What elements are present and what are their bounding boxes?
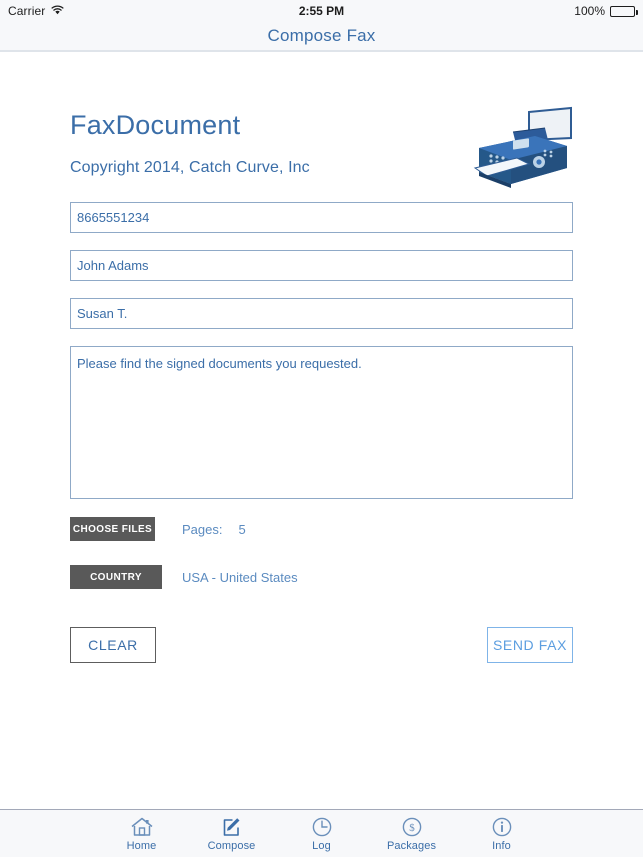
send-fax-button[interactable]: SEND FAX	[487, 627, 573, 663]
dollar-circle-icon: $	[400, 815, 424, 839]
info-circle-icon	[490, 815, 514, 839]
sender-input[interactable]	[70, 298, 573, 329]
pages-label: Pages:	[182, 521, 223, 537]
battery-icon	[610, 5, 638, 17]
ios-status-bar: Carrier 2:55 PM 100%	[0, 0, 643, 22]
carrier-label: Carrier	[8, 4, 46, 18]
tab-info[interactable]: Info	[457, 815, 547, 852]
svg-text:$: $	[409, 822, 415, 834]
tab-home[interactable]: Home	[97, 815, 187, 852]
tab-log[interactable]: Log	[277, 815, 367, 852]
attachments-row: CHOOSE FILES Pages: 5	[70, 517, 573, 541]
page-title: Compose Fax	[267, 26, 376, 45]
clear-button[interactable]: CLEAR	[70, 627, 156, 663]
compose-fax-form: FaxDocument Copyright 2014, Catch Curve,…	[0, 54, 643, 809]
recipient-input[interactable]	[70, 250, 573, 281]
navigation-bar: Compose Fax	[0, 22, 643, 52]
tab-packages[interactable]: $ Packages	[367, 815, 457, 852]
message-textarea[interactable]: Please find the signed documents you req…	[70, 346, 573, 499]
choose-files-button[interactable]: CHOOSE FILES	[70, 517, 155, 541]
status-bar-right: 100%	[574, 4, 638, 18]
tab-label-log: Log	[312, 840, 331, 852]
wifi-icon	[51, 4, 64, 18]
tab-label-home: Home	[126, 840, 157, 852]
country-button[interactable]: COUNTRY	[70, 565, 162, 589]
tab-compose[interactable]: Compose	[187, 815, 277, 852]
pages-count: 5	[238, 521, 246, 537]
fax-number-input[interactable]	[70, 202, 573, 233]
bottom-tab-bar: Home Compose Log $ Packages Info	[0, 809, 643, 857]
clock-icon	[310, 815, 334, 839]
country-row: COUNTRY USA - United States	[70, 565, 573, 589]
tab-label-packages: Packages	[386, 840, 437, 852]
home-icon	[130, 815, 154, 839]
country-selected-value: USA - United States	[182, 569, 298, 585]
fax-machine-icon	[467, 104, 579, 190]
battery-percent-label: 100%	[574, 4, 605, 18]
status-bar-left: Carrier	[8, 4, 64, 18]
compose-pencil-icon	[220, 815, 244, 839]
status-bar-time: 2:55 PM	[298, 4, 345, 18]
tab-label-info: Info	[492, 840, 511, 852]
form-actions: CLEAR SEND FAX	[70, 627, 573, 663]
pages-info: Pages: 5	[182, 522, 246, 537]
tab-label-compose: Compose	[207, 840, 256, 852]
brand-header: FaxDocument Copyright 2014, Catch Curve,…	[70, 54, 573, 202]
